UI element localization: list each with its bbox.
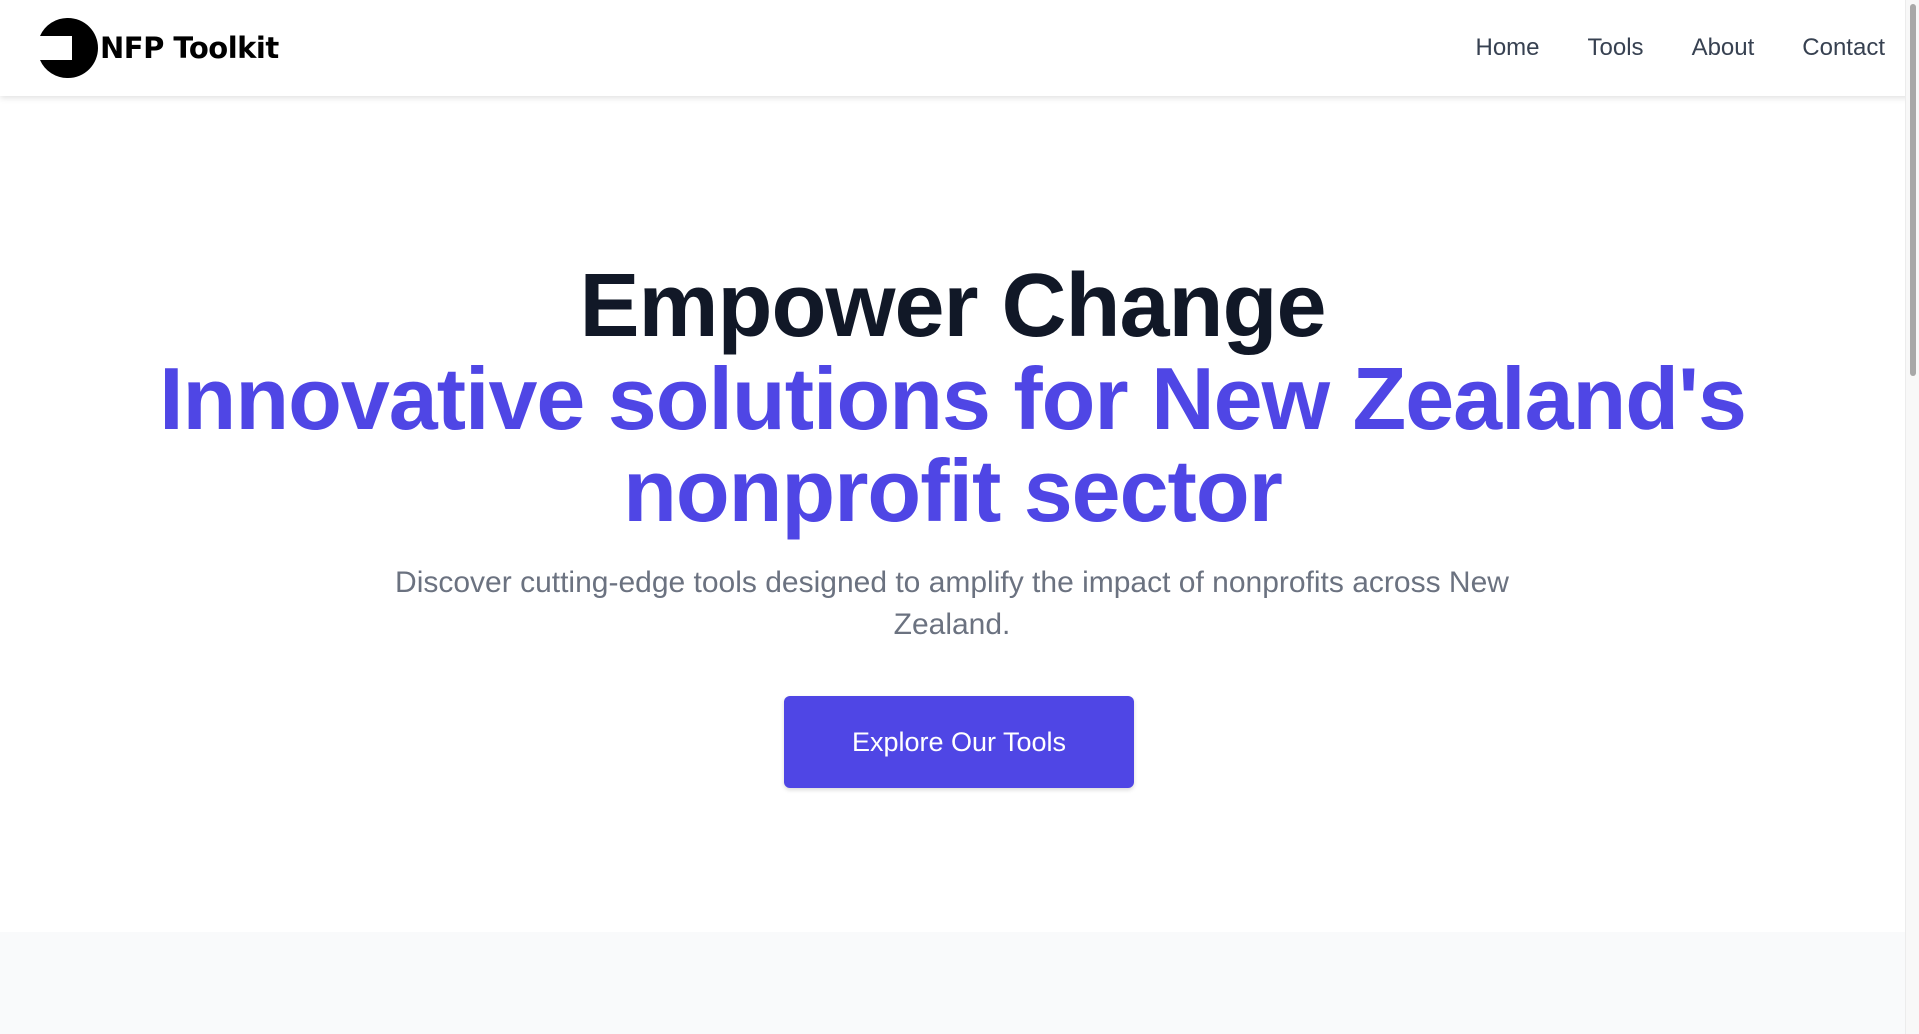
vertical-scrollbar[interactable] xyxy=(1905,0,1919,1034)
nav-link-tools[interactable]: Tools xyxy=(1588,36,1644,60)
tools-section xyxy=(0,932,1905,1034)
scrollbar-thumb[interactable] xyxy=(1910,4,1916,376)
hero-description: Discover cutting-edge tools designed to … xyxy=(395,566,1509,641)
hero-section: Empower Change Innovative solutions for … xyxy=(0,96,1905,932)
nav-link-home[interactable]: Home xyxy=(1476,36,1540,60)
navbar: NFP Toolkit Home Tools About Contact xyxy=(0,0,1919,96)
nav-link-contact[interactable]: Contact xyxy=(1802,36,1885,60)
main-nav: Home Tools About Contact xyxy=(1476,0,1886,96)
explore-tools-button[interactable]: Explore Our Tools xyxy=(784,696,1134,788)
wrench-key-icon xyxy=(40,18,98,78)
nav-link-about[interactable]: About xyxy=(1692,36,1755,60)
hero-title: Empower Change xyxy=(579,256,1326,356)
page: NFP Toolkit Home Tools About Contact Emp… xyxy=(0,0,1919,1034)
logo-link[interactable]: NFP Toolkit xyxy=(34,18,279,78)
hero-subtitle: Innovative solutions for New Zealand's n… xyxy=(159,349,1747,540)
brand-name: NFP Toolkit xyxy=(100,30,279,65)
